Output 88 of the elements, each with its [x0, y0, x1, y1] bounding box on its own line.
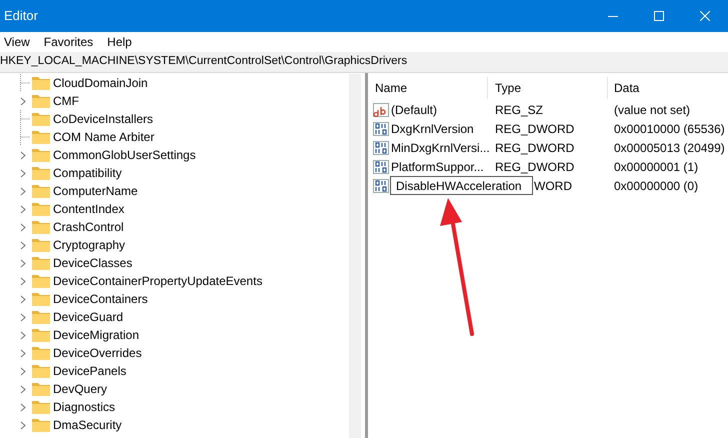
tree-item[interactable]: DeviceContainers — [53, 290, 148, 308]
string-value-icon — [373, 102, 389, 116]
folder-icon — [32, 310, 50, 324]
tree-item[interactable]: DeviceClasses — [53, 254, 132, 272]
tree-item[interactable]: ContentIndex — [53, 200, 124, 218]
tree-item[interactable]: DevQuery — [53, 380, 108, 398]
scrollbar[interactable] — [349, 74, 361, 438]
folder-icon — [32, 148, 50, 162]
tree-item[interactable]: CommonGlobUserSettings — [53, 146, 196, 164]
chevron-icon[interactable] — [20, 294, 26, 304]
table-cell-text: (value not set) — [613, 102, 690, 118]
folder-icon — [32, 328, 50, 342]
chevron-icon[interactable] — [20, 384, 26, 394]
chevron-icon[interactable] — [20, 402, 26, 412]
chevron-icon[interactable] — [20, 330, 26, 340]
table-cell-text: WORD — [533, 178, 572, 194]
folder-icon — [32, 130, 50, 144]
folder-icon — [32, 184, 50, 198]
table-cell-text: REG_DWORD — [494, 120, 574, 138]
chevron-icon[interactable] — [20, 186, 26, 196]
tree-item[interactable]: Cryptography — [53, 236, 126, 254]
tree-item[interactable]: DeviceGuard — [53, 308, 124, 326]
maximize-icon — [654, 11, 664, 21]
folder-icon — [32, 76, 50, 90]
window-title: Editor — [4, 7, 39, 26]
tree-item[interactable]: DeviceMigration — [53, 326, 140, 344]
tree-item[interactable]: DeviceContainerPropertyUpdateEvents — [53, 272, 262, 290]
chevron-icon[interactable] — [20, 96, 26, 106]
table-cell-text: MinDxgKrnlVersi... — [391, 140, 489, 156]
folder-icon — [32, 202, 50, 216]
column-header[interactable]: Name — [368, 77, 488, 99]
tree-item[interactable]: Compatibility — [53, 164, 122, 182]
table-cell-text: 0x00010000 (65536) — [613, 120, 725, 138]
tree-item[interactable]: CrashControl — [53, 218, 124, 236]
tree-item[interactable]: CMF — [53, 92, 79, 110]
table-cell-text: REG_SZ — [494, 102, 544, 118]
chevron-icon[interactable] — [20, 258, 26, 268]
chevron-icon[interactable] — [20, 168, 26, 178]
folder-icon — [32, 382, 50, 396]
chevron-icon[interactable] — [20, 348, 26, 358]
folder-icon — [32, 220, 50, 234]
menu-item[interactable]: Help — [107, 33, 132, 51]
table-cell-text: DxgKrnlVersion — [391, 120, 475, 138]
column-header[interactable]: Data — [608, 77, 640, 99]
binary-value-icon — [373, 160, 389, 174]
folder-icon — [32, 346, 50, 360]
chevron-icon[interactable] — [20, 150, 26, 160]
folder-icon — [32, 166, 50, 180]
tree-item[interactable]: DmaSecurity — [53, 416, 122, 434]
folder-icon — [32, 292, 50, 306]
folder-icon — [32, 418, 50, 432]
address-bar[interactable]: HKEY_LOCAL_MACHINE\SYSTEM\CurrentControlSet\Control\GraphicsDrivers — [0, 52, 728, 72]
tree-item[interactable]: Diagnostics — [53, 398, 116, 416]
binary-value-icon — [373, 140, 389, 154]
tree-item[interactable]: CoDeviceInstallers — [53, 110, 154, 128]
table-cell-text: 0x00000001 (1) — [613, 158, 698, 176]
chevron-icon[interactable] — [20, 366, 26, 376]
folder-icon — [32, 274, 50, 288]
table-cell-text: REG_DWORD — [494, 140, 574, 156]
folder-icon — [32, 364, 50, 378]
folder-icon — [32, 112, 50, 126]
menu-item[interactable]: Favorites — [44, 33, 94, 51]
table-cell-text: REG_DWORD — [494, 158, 574, 176]
tree-item[interactable]: CloudDomainJoin — [53, 74, 148, 92]
folder-icon — [32, 256, 50, 270]
folder-icon — [32, 400, 50, 414]
tree-item[interactable]: COM Name Arbiter — [53, 128, 154, 146]
binary-value-icon — [373, 178, 389, 192]
chevron-icon[interactable] — [20, 240, 26, 250]
folder-icon — [32, 238, 50, 252]
chevron-icon[interactable] — [20, 312, 26, 322]
rename-field[interactable]: DisableHWAcceleration — [390, 176, 533, 195]
table-cell-text: PlatformSuppor... — [391, 158, 485, 176]
chevron-icon[interactable] — [20, 222, 26, 232]
chevron-icon[interactable] — [20, 204, 26, 214]
folder-icon — [32, 94, 50, 108]
table-cell-text: 0x00005013 (20499) — [613, 140, 725, 156]
chevron-icon[interactable] — [20, 420, 26, 430]
close-icon — [700, 11, 710, 21]
table-cell-text: (Default) — [391, 102, 438, 118]
menu-item[interactable]: View — [4, 33, 30, 51]
binary-value-icon — [373, 122, 389, 136]
tree-item[interactable]: DeviceOverrides — [53, 344, 142, 362]
column-header[interactable]: Type — [488, 77, 608, 99]
table-cell-text: 0x00000000 (0) — [613, 178, 698, 194]
tree-item[interactable]: DevicePanels — [53, 362, 126, 380]
chevron-icon[interactable] — [20, 276, 26, 286]
tree-item[interactable]: ComputerName — [53, 182, 138, 200]
